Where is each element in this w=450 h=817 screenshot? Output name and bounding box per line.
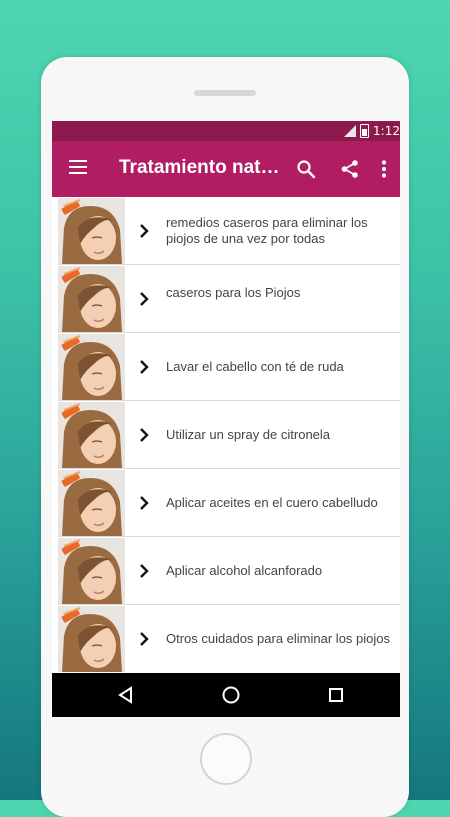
- list-item-label: Aplicar aceites en el cuero cabelludo: [166, 495, 378, 510]
- status-icons: 1:12: [344, 123, 400, 139]
- list-item-label: remedios caseros para eliminar los piojo…: [166, 215, 368, 246]
- app-toolbar: Tratamiento natural para los piojos: [52, 141, 400, 197]
- physical-home-button[interactable]: [200, 733, 252, 785]
- list-item-label: Utilizar un spray de citronela: [166, 427, 331, 442]
- girl-hair-thumbnail: [58, 402, 125, 468]
- list-item[interactable]: Otros cuidados para eliminar los piojos: [52, 605, 400, 673]
- list-item-label: Otros cuidados para eliminar los piojos: [166, 631, 390, 646]
- search-icon[interactable]: [292, 155, 320, 183]
- chevron-right-icon: [140, 496, 149, 510]
- list-item[interactable]: caseros para los Piojos: [52, 265, 400, 333]
- girl-hair-thumbnail: [58, 538, 125, 604]
- share-icon[interactable]: [336, 155, 364, 183]
- list-item[interactable]: remedios caseros para eliminar los piojo…: [52, 197, 400, 265]
- girl-hair-thumbnail: [58, 606, 125, 672]
- chevron-right-icon: [140, 428, 149, 442]
- list-item-label: caseros para los Piojos: [166, 285, 301, 300]
- remedies-list: remedios caseros para eliminar los piojo…: [52, 197, 400, 673]
- phone-speaker: [194, 90, 256, 96]
- list-item-label: Aplicar alcohol alcanforado: [166, 563, 323, 578]
- list-item[interactable]: Utilizar un spray de citronela: [52, 401, 400, 469]
- chevron-right-icon: [140, 224, 149, 238]
- list-item[interactable]: Aplicar aceites en el cuero cabelludo: [52, 469, 400, 537]
- toolbar-title: Tratamiento natural para los piojos: [119, 157, 281, 178]
- list-item-label: Lavar el cabello con té de ruda: [166, 359, 344, 374]
- android-nav-bar: [52, 673, 400, 717]
- back-icon[interactable]: [114, 683, 138, 707]
- status-time: 1:12: [373, 124, 400, 138]
- hamburger-menu-icon[interactable]: [69, 160, 87, 178]
- list-item[interactable]: Aplicar alcohol alcanforado: [52, 537, 400, 605]
- battery-icon: [360, 124, 370, 138]
- chevron-right-icon: [140, 292, 149, 306]
- girl-hair-thumbnail: [58, 470, 125, 536]
- signal-icon: [344, 125, 357, 137]
- more-vert-icon[interactable]: [376, 155, 392, 183]
- girl-hair-thumbnail: [58, 266, 125, 332]
- list-item[interactable]: Lavar el cabello con té de ruda: [52, 333, 400, 401]
- chevron-right-icon: [140, 564, 149, 578]
- recents-icon[interactable]: [324, 683, 348, 707]
- chevron-right-icon: [140, 360, 149, 374]
- girl-hair-thumbnail: [58, 334, 125, 400]
- girl-hair-thumbnail: [58, 198, 125, 264]
- status-bar: 1:12: [52, 121, 400, 141]
- home-circle-icon[interactable]: [219, 683, 243, 707]
- app-screen: 1:12 Tratamiento natural para los piojos: [52, 121, 400, 717]
- chevron-right-icon: [140, 632, 149, 646]
